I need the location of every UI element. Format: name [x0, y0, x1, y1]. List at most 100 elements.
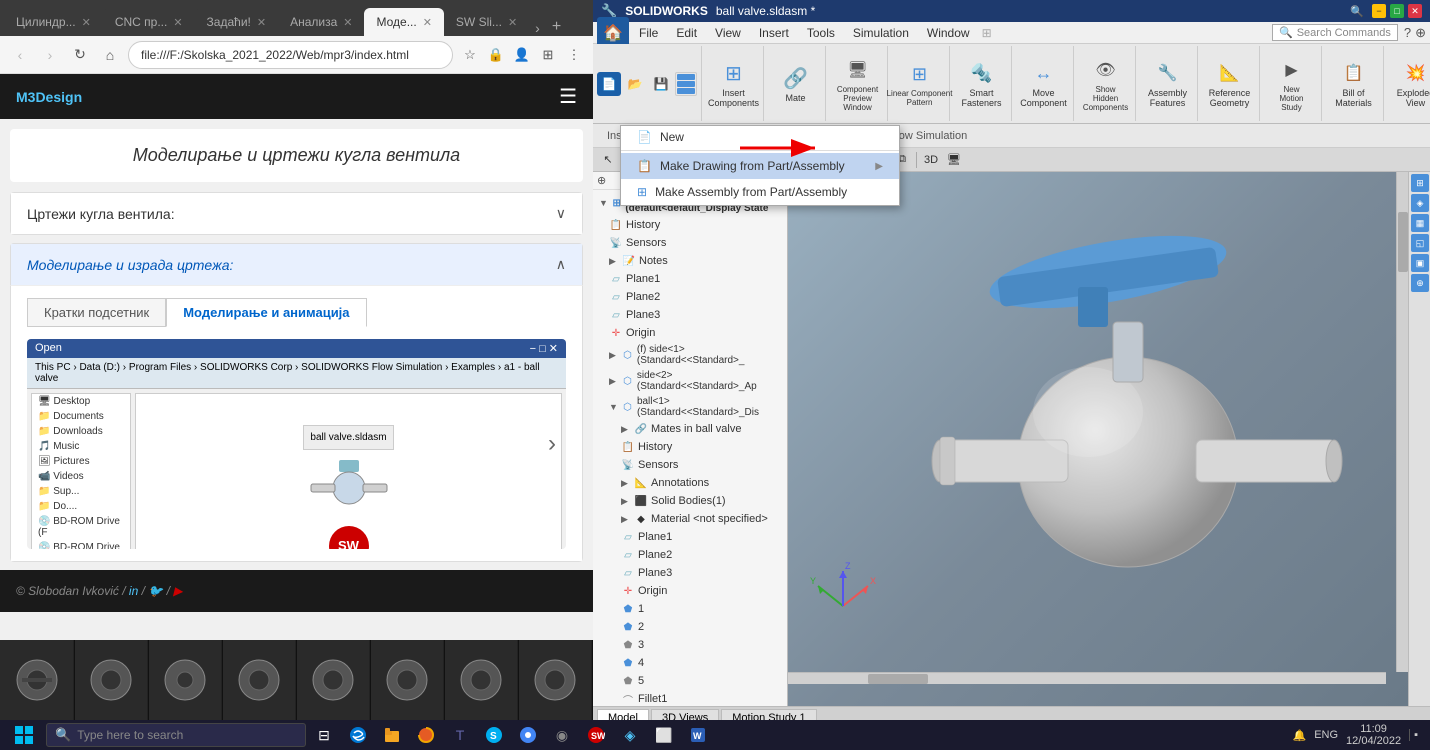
sub-tab-shortcut[interactable]: Кратки подсетник — [27, 298, 166, 327]
taskbar-edge[interactable] — [342, 721, 374, 749]
tree-item-sensors[interactable]: 📡 Sensors — [593, 234, 787, 252]
sw-menu-window[interactable]: Window — [919, 24, 978, 42]
sw-right-btn-2[interactable]: ◈ — [1411, 194, 1429, 212]
taskbar-app-7[interactable]: ◉ — [546, 721, 578, 749]
home-button[interactable]: ⌂ — [98, 43, 122, 67]
taskbar-skype[interactable]: S — [478, 721, 510, 749]
taskbar-app-10[interactable]: ⬜ — [648, 721, 680, 749]
sw-right-btn-5[interactable]: ▣ — [1411, 254, 1429, 272]
ribbon-btn-explode[interactable]: 💥 ExplodedView — [1393, 56, 1430, 111]
ribbon-btn-show-hidden[interactable]: 👁 ShowHiddenComponents — [1079, 53, 1132, 115]
taskbar-show-desktop[interactable]: ▪ — [1409, 729, 1418, 741]
ribbon-btn-preview[interactable]: 🖥 ComponentPreviewWindow — [833, 53, 882, 115]
sw-scroll-vertical[interactable] — [1396, 172, 1408, 672]
linkedin-icon[interactable]: in — [129, 584, 138, 598]
taskbar-explorer[interactable] — [376, 721, 408, 749]
sw-search-btn[interactable]: 🔍 — [1346, 4, 1368, 18]
new-tab-button[interactable]: + — [546, 18, 567, 36]
tab-model[interactable]: Моде... ✕ — [364, 8, 443, 36]
tree-item-material[interactable]: ▶ ◆ Material <not specified> — [593, 510, 787, 528]
sw-icon-arrow[interactable]: ↖ — [597, 150, 619, 170]
sw-maximize-btn[interactable]: □ — [1390, 4, 1404, 18]
ribbon-btn-pattern[interactable]: ⊞ Linear ComponentPattern — [883, 57, 957, 110]
refresh-button[interactable]: ↻ — [68, 43, 92, 67]
sw-right-btn-3[interactable]: ▦ — [1411, 214, 1429, 232]
forward-button[interactable]: › — [38, 43, 62, 67]
extensions-icon[interactable]: ⊞ — [537, 44, 559, 66]
sw-menu-view[interactable]: View — [707, 24, 749, 42]
tree-item-ball-plane2[interactable]: ▱ Plane2 — [593, 546, 787, 564]
tab-cylinders[interactable]: Цилиндр... ✕ — [4, 8, 103, 36]
tab-close-icon[interactable]: ✕ — [423, 16, 432, 29]
ribbon-btn-mate[interactable]: 🔗 Mate — [778, 61, 814, 106]
tree-item-ball-plane1[interactable]: ▱ Plane1 — [593, 528, 787, 546]
twitter-icon[interactable]: 🐦 — [148, 584, 163, 598]
accordion-modeling-header[interactable]: Моделирање и израда цртежа: ∧ — [10, 243, 583, 286]
tab-tasks[interactable]: Задаћи! ✕ — [195, 8, 279, 36]
sw-open-icon[interactable]: 📂 — [623, 72, 647, 96]
ribbon-btn-bom[interactable]: 📋 Bill ofMaterials — [1331, 56, 1376, 111]
tree-item-plane2[interactable]: ▱ Plane2 — [593, 288, 787, 306]
tree-item-feat-2[interactable]: ⬟ 2 — [593, 618, 787, 636]
tree-item-mates[interactable]: ▶ 🔗 Mates in ball valve — [593, 420, 787, 438]
sw-icon-3d[interactable]: 3D — [920, 150, 942, 170]
tree-item-solid-bodies[interactable]: ▶ ⬛ Solid Bodies(1) — [593, 492, 787, 510]
sw-viewport[interactable]: X Y Z — [788, 172, 1408, 706]
slider-next-arrow[interactable]: › — [548, 430, 556, 458]
taskbar-chrome[interactable] — [512, 721, 544, 749]
tab-close-icon[interactable]: ✕ — [173, 16, 182, 29]
ribbon-btn-fasteners[interactable]: 🔩 SmartFasteners — [957, 56, 1005, 111]
accordion-drawings-header[interactable]: Цртежи кугла вентила: ∨ — [10, 192, 583, 235]
tree-item-feat-1[interactable]: ⬟ 1 — [593, 600, 787, 618]
youtube-icon[interactable]: ▶ — [173, 584, 182, 598]
menu-icon[interactable]: ⋮ — [563, 44, 585, 66]
sw-quick-access-group[interactable] — [675, 72, 697, 96]
sw-right-btn-1[interactable]: ⊞ — [1411, 174, 1429, 192]
sw-minimize-btn[interactable]: − — [1372, 4, 1386, 18]
tree-item-plane1[interactable]: ▱ Plane1 — [593, 270, 787, 288]
sw-close-btn[interactable]: ✕ — [1408, 4, 1422, 18]
shield-icon[interactable]: 🔒 — [485, 44, 507, 66]
sw-scroll-horizontal[interactable] — [788, 672, 1386, 684]
hamburger-menu[interactable]: ☰ — [559, 84, 577, 109]
sw-scroll-vthumb[interactable] — [1398, 212, 1408, 272]
tree-item-fillet1[interactable]: ⌒ Fillet1 — [593, 690, 787, 706]
tree-item-side1[interactable]: ▶ ⬡ (f) side<1> (Standard<<Standard>_ — [593, 342, 787, 368]
tree-item-ball-plane3[interactable]: ▱ Plane3 — [593, 564, 787, 582]
tree-item-ball-sensors[interactable]: 📡 Sensors — [593, 456, 787, 474]
ribbon-btn-assembly[interactable]: 🔧 AssemblyFeatures — [1144, 56, 1191, 111]
ribbon-btn-reference[interactable]: 📐 ReferenceGeometry — [1205, 56, 1255, 111]
bookmark-icon[interactable]: ☆ — [459, 44, 481, 66]
profile-icon[interactable]: 👤 — [511, 44, 533, 66]
sw-options-icon[interactable]: ⊕ — [1415, 25, 1426, 41]
tree-item-ball-history[interactable]: 📋 History — [593, 438, 787, 456]
taskbar-search[interactable]: 🔍 Type here to search — [46, 723, 306, 747]
back-button[interactable]: ‹ — [8, 43, 32, 67]
sw-scroll-thumb[interactable] — [868, 674, 928, 684]
sw-menu-insert[interactable]: Insert — [751, 24, 797, 42]
sw-menu-edit[interactable]: Edit — [668, 24, 705, 42]
taskbar-app-9[interactable]: ◈ — [614, 721, 646, 749]
tree-item-origin[interactable]: ✛ Origin — [593, 324, 787, 342]
tree-item-plane3[interactable]: ▱ Plane3 — [593, 306, 787, 324]
taskbar-sw-icon[interactable]: SW — [580, 721, 612, 749]
address-bar[interactable]: file:///F:/Skolska_2021_2022/Web/mpr3/in… — [128, 41, 453, 69]
ribbon-btn-move[interactable]: ↔ MoveComponent — [1016, 56, 1071, 111]
sw-save-icon[interactable]: 💾 — [649, 72, 673, 96]
sw-right-btn-4[interactable]: ◱ — [1411, 234, 1429, 252]
sw-icon-monitor[interactable]: 🖥 — [943, 150, 965, 170]
tree-item-side2[interactable]: ▶ ⬡ side<2> (Standard<<Standard>_Ap — [593, 368, 787, 394]
tab-close-icon[interactable]: ✕ — [82, 16, 91, 29]
sw-menu-simulation[interactable]: Simulation — [845, 24, 917, 42]
ribbon-btn-insert-components[interactable]: ⊞ InsertComponents — [704, 56, 763, 111]
tree-item-annotations[interactable]: ▶ 📐 Annotations — [593, 474, 787, 492]
tab-close-icon[interactable]: ✕ — [343, 16, 352, 29]
tree-item-feat-3[interactable]: ⬟ 3 — [593, 636, 787, 654]
tab-close-icon[interactable]: ✕ — [508, 16, 517, 29]
taskbar-clock[interactable]: 11:09 12/04/2022 — [1346, 723, 1401, 747]
tree-item-feat-4[interactable]: ⬟ 4 — [593, 654, 787, 672]
taskbar-notify-icon[interactable]: 🔔 — [1292, 729, 1306, 742]
sw-new-icon[interactable]: 📄 — [597, 72, 621, 96]
tab-analysis[interactable]: Анализа ✕ — [278, 8, 364, 36]
tab-sw[interactable]: SW Sli... ✕ — [444, 8, 529, 36]
